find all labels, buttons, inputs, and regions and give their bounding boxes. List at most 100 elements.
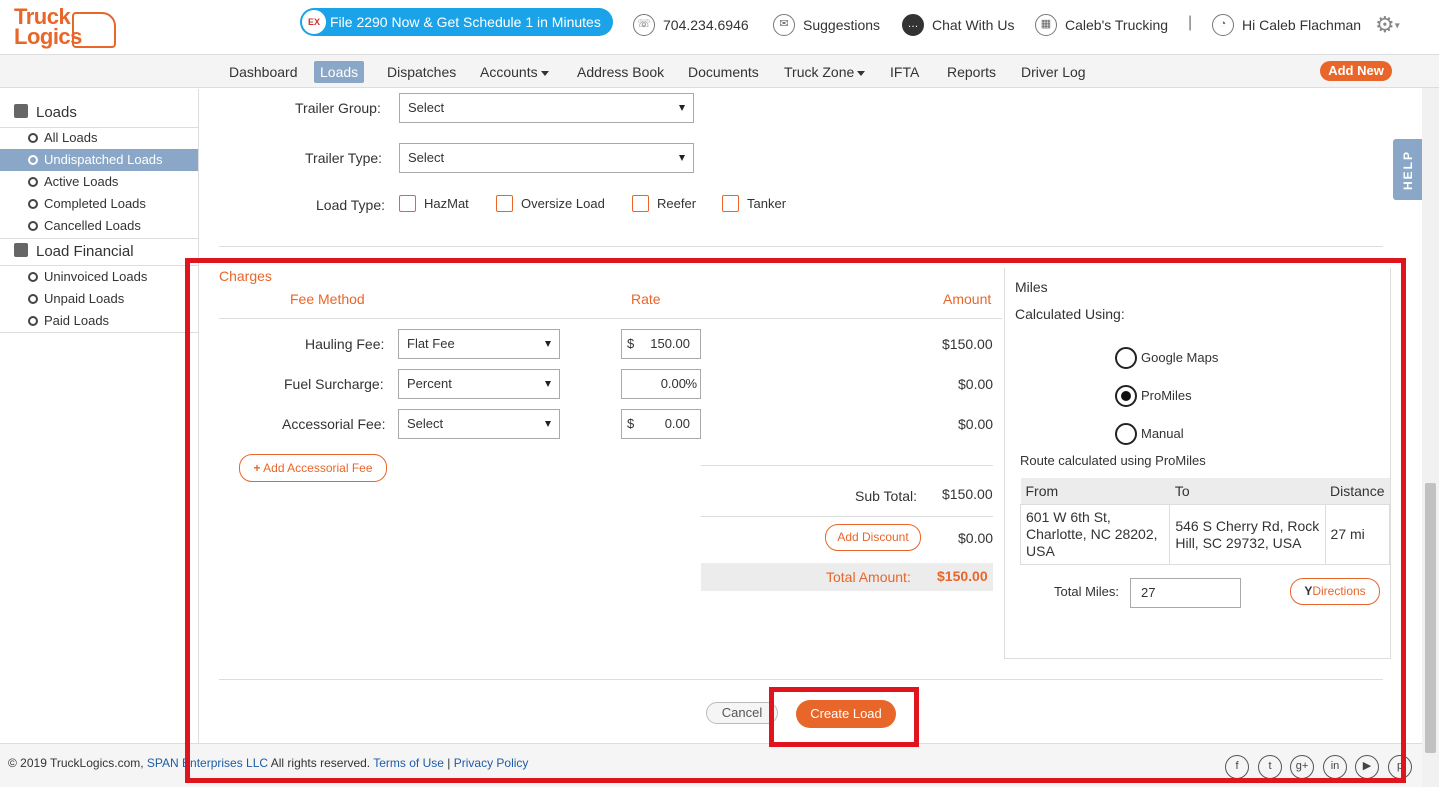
top-header: Truck Logics EX File 2290 Now & Get Sche… <box>0 0 1439 54</box>
copyright-text: © 2019 TruckLogics.com, <box>8 756 147 770</box>
suggestions-link[interactable]: ✉ Suggestions <box>773 14 880 37</box>
google-maps-radio[interactable] <box>1115 347 1137 369</box>
oversize-load-checkbox[interactable]: Oversize Load <box>496 195 605 213</box>
phone-number: 704.234.6946 <box>663 17 749 33</box>
sidebar-item-active-loads[interactable]: Active Loads <box>0 171 198 193</box>
user-menu[interactable]: ◔ Hi Caleb Flachman <box>1212 14 1362 37</box>
manual-radio[interactable] <box>1115 423 1137 445</box>
total-miles-input[interactable]: 27 <box>1130 578 1241 608</box>
main-nav: Dashboard Loads Dispatches Accounts Addr… <box>0 54 1439 88</box>
add-accessorial-fee-button[interactable]: + Add Accessorial Fee <box>239 454 387 482</box>
accessorial-fee-method-select[interactable]: Select <box>398 409 560 439</box>
fuel-surcharge-method-select[interactable]: Percent <box>398 369 560 399</box>
hauling-fee-method-select[interactable]: Flat Fee <box>398 329 560 359</box>
distance-header: Distance <box>1325 478 1390 505</box>
sidebar-item-cancelled-loads[interactable]: Cancelled Loads <box>0 215 198 237</box>
nav-ifta[interactable]: IFTA <box>884 61 925 83</box>
chat-link[interactable]: … Chat With Us <box>902 14 1014 37</box>
user-greeting: Hi Caleb Flachman <box>1242 17 1362 33</box>
trailer-group-select[interactable]: Select <box>399 93 694 123</box>
checkbox-icon <box>722 195 739 213</box>
google-plus-icon[interactable]: g+ <box>1290 755 1314 779</box>
accessorial-fee-rate-value: 0.00 <box>664 416 690 431</box>
promo-banner-button[interactable]: EX File 2290 Now & Get Schedule 1 in Min… <box>300 8 613 36</box>
promo-text: File 2290 Now & Get Schedule 1 in Minute… <box>330 14 601 30</box>
sidebar-item-paid-loads[interactable]: Paid Loads <box>0 310 198 332</box>
span-enterprises-link[interactable]: SPAN Enterprises LLC <box>147 756 268 770</box>
sidebar-item-completed-loads[interactable]: Completed Loads <box>0 193 198 215</box>
sidebar-item-uninvoiced-loads[interactable]: Uninvoiced Loads <box>0 266 198 288</box>
load-type-label: Load Type: <box>316 197 386 213</box>
nav-address-book[interactable]: Address Book <box>571 61 670 83</box>
hazmat-checkbox[interactable]: HazMat <box>399 195 469 213</box>
sidebar-item-unpaid-loads[interactable]: Unpaid Loads <box>0 288 198 310</box>
nav-documents[interactable]: Documents <box>682 61 765 83</box>
sidebar-header-loads[interactable]: Loads <box>0 100 198 126</box>
accessorial-fee-rate-input[interactable]: $ 0.00 <box>621 409 701 439</box>
settings-gear-icon[interactable]: ⚙▾ <box>1375 12 1400 38</box>
trucklogics-logo[interactable]: Truck Logics <box>14 6 116 50</box>
twitter-icon[interactable]: t <box>1258 755 1282 779</box>
company-label: Caleb's Trucking <box>1065 17 1169 33</box>
fee-method-header: Fee Method <box>290 291 365 307</box>
sidebar-item-undispatched-loads[interactable]: Undispatched Loads <box>0 149 198 171</box>
circle-dot-icon <box>28 220 38 231</box>
phone-link[interactable]: ☏ 704.234.6946 <box>633 14 749 37</box>
directions-button[interactable]: YDirections <box>1290 578 1380 605</box>
section-divider <box>219 246 1383 247</box>
company-link[interactable]: ▦ Caleb's Trucking <box>1035 14 1169 37</box>
circle-dot-icon <box>28 293 38 304</box>
sidebar-header-load-financial[interactable]: Load Financial <box>0 239 198 265</box>
rights-text: All rights reserved. <box>268 756 374 770</box>
add-accessorial-fee-label: Add Accessorial Fee <box>263 461 373 475</box>
subtotal-label: Sub Total: <box>855 488 918 504</box>
nav-dispatches[interactable]: Dispatches <box>381 61 462 83</box>
sidebar-item-all-loads[interactable]: All Loads <box>0 127 198 149</box>
total-miles-label: Total Miles: <box>1054 584 1120 599</box>
dropdown-arrow-icon <box>545 421 551 427</box>
nav-reports[interactable]: Reports <box>941 61 1002 83</box>
help-tab[interactable]: HELP <box>1393 139 1422 200</box>
trailer-type-select[interactable]: Select <box>399 143 694 173</box>
page-scrollbar[interactable] <box>1422 88 1439 787</box>
reefer-checkbox[interactable]: Reefer <box>632 195 696 213</box>
plus-icon: + <box>253 461 261 475</box>
accessorial-fee-method-value: Select <box>407 416 444 431</box>
fuel-surcharge-rate-value: 0.00 <box>660 376 686 391</box>
nav-accounts[interactable]: Accounts <box>474 61 555 83</box>
nav-dashboard[interactable]: Dashboard <box>223 61 304 83</box>
expresstrucktax-badge-icon: EX <box>302 10 326 34</box>
promiles-radio[interactable] <box>1115 385 1137 407</box>
hauling-fee-rate-input[interactable]: $ 150.00 <box>621 329 701 359</box>
facebook-icon[interactable]: f <box>1225 755 1249 779</box>
privacy-policy-link[interactable]: Privacy Policy <box>454 756 529 770</box>
footer-divider: | <box>443 756 454 770</box>
miles-title: Miles <box>1015 279 1048 295</box>
charges-title: Charges <box>219 268 272 284</box>
total-amount-value: $150.00 <box>937 568 988 584</box>
google-maps-label: Google Maps <box>1141 350 1219 365</box>
nav-truck-zone[interactable]: Truck Zone <box>778 61 871 83</box>
nav-driver-log[interactable]: Driver Log <box>1015 61 1092 83</box>
create-load-button[interactable]: Create Load <box>796 700 896 728</box>
youtube-icon[interactable]: ▶ <box>1355 755 1379 779</box>
logo-text-logics: Logics <box>14 24 82 49</box>
add-discount-button[interactable]: Add Discount <box>825 524 921 551</box>
fuel-surcharge-rate-input[interactable]: 0.00 % <box>621 369 701 399</box>
terms-of-use-link[interactable]: Terms of Use <box>373 756 444 770</box>
cancel-button[interactable]: Cancel <box>706 702 778 724</box>
nav-loads[interactable]: Loads <box>314 61 365 83</box>
subtotal-value: $150.00 <box>942 486 993 502</box>
checkbox-icon <box>399 195 416 213</box>
footer-text: © 2019 TruckLogics.com, SPAN Enterprises… <box>8 756 528 770</box>
add-new-button[interactable]: Add New <box>1320 61 1392 81</box>
pinterest-icon[interactable]: p <box>1388 755 1412 779</box>
sidebar-item-label: Completed Loads <box>44 196 146 211</box>
linkedin-icon[interactable]: in <box>1323 755 1347 779</box>
route-note: Route calculated using ProMiles <box>1020 453 1206 468</box>
scrollbar-thumb[interactable] <box>1425 483 1436 753</box>
accessorial-fee-amount: $0.00 <box>958 416 994 432</box>
circle-dot-icon <box>28 154 38 165</box>
reefer-label: Reefer <box>657 196 697 211</box>
tanker-checkbox[interactable]: Tanker <box>722 195 786 213</box>
